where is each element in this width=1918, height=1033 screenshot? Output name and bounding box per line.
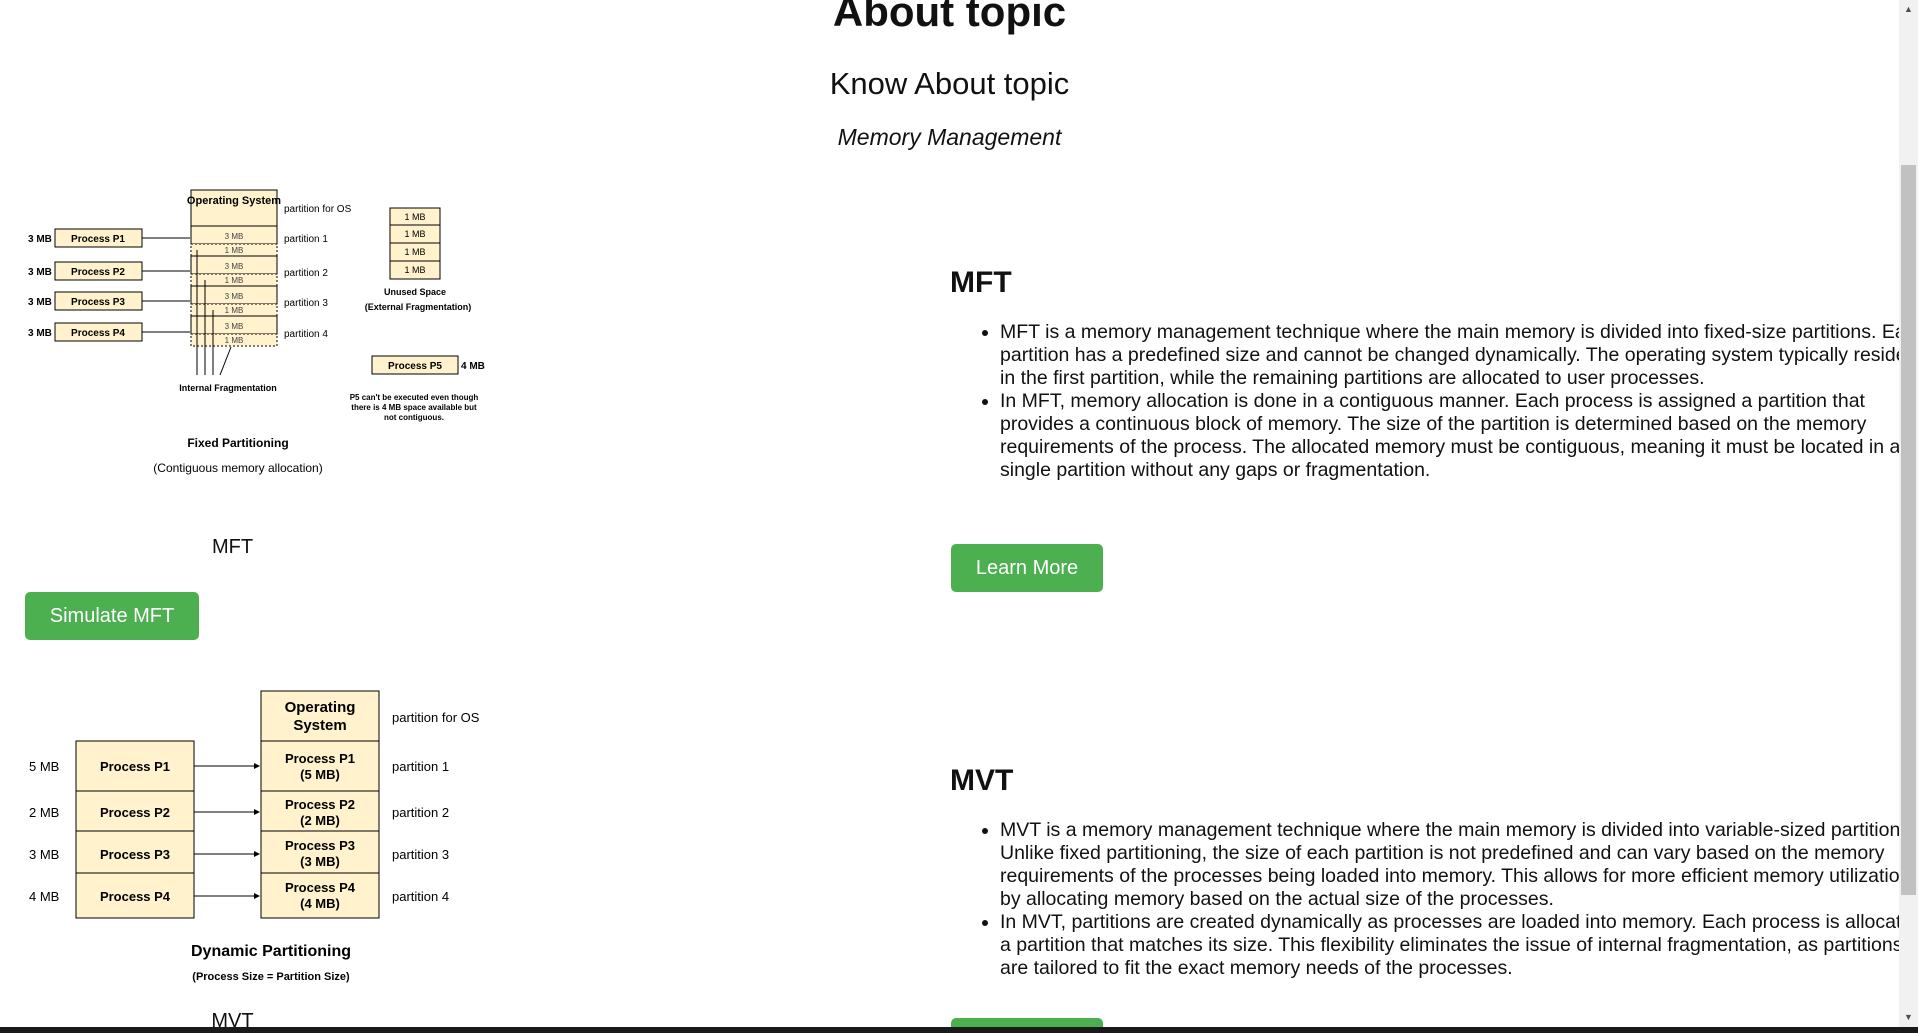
mvt-size-label: 2 MB: [29, 805, 59, 820]
mft-partition-label: partition 2: [284, 268, 328, 279]
simulate-mft-button[interactable]: Simulate MFT: [25, 592, 199, 640]
mvt-size-label: 5 MB: [29, 759, 59, 774]
p5-label: Process P5: [388, 361, 442, 372]
list-item: In MVT, partitions are created dynamical…: [1000, 911, 1899, 980]
mvt-partition-name: Process P2: [285, 797, 355, 812]
mvt-size-label: 4 MB: [29, 889, 59, 904]
mvt-partition-label: partition 4: [392, 889, 449, 904]
mft-process-label: Process P3: [71, 297, 125, 308]
mft-diagram-title: Fixed Partitioning: [187, 436, 288, 450]
unused-block-label: 1 MB: [404, 212, 425, 222]
mft-block-label: 1 MB: [225, 306, 244, 315]
mft-bullets: MFT is a memory management technique whe…: [950, 321, 1899, 482]
p5-note: not contiguous.: [384, 413, 444, 422]
mvt-partition-name: Process P1: [285, 751, 355, 766]
p5-note: there is 4 MB space available but: [351, 403, 477, 412]
mft-caption: MFT: [211, 536, 254, 558]
mvt-process-rows: 5 MB Process P1 2 MB Process P2 3 MB Pro…: [29, 740, 260, 919]
mft-block-label: 3 MB: [225, 262, 244, 271]
unused-block-label: 1 MB: [404, 247, 425, 257]
external-fragmentation-label: (External Fragmentation): [365, 302, 472, 312]
mvt-learn-more-button[interactable]: [951, 1018, 1103, 1027]
mft-size-label: 3 MB: [28, 297, 52, 308]
mft-process-label: Process P1: [71, 234, 125, 245]
mvt-partition-size: (4 MB): [300, 896, 340, 911]
mvt-process-label: Process P3: [100, 847, 170, 862]
mvt-diagram-subtitle: (Process Size = Partition Size): [192, 971, 350, 983]
mvt-partition-size: (2 MB): [300, 813, 340, 828]
mft-size-label: 3 MB: [28, 328, 52, 339]
unused-space-blocks: 1 MB 1 MB 1 MB 1 MB: [389, 207, 441, 280]
mft-size-label: 3 MB: [28, 267, 52, 278]
mft-partitions: 3 MB 1 MB 3 MB 1 MB 3 MB 1 MB 3 MB 1 MB: [190, 225, 278, 347]
list-item: MFT is a memory management technique whe…: [1000, 321, 1899, 390]
mft-block-label: 1 MB: [225, 276, 244, 285]
mft-block-label: 1 MB: [225, 336, 244, 345]
bottom-border: [0, 1027, 1918, 1033]
scroll-up-arrow-icon[interactable]: ▲: [1904, 4, 1913, 14]
mft-size-label: 3 MB: [28, 234, 52, 245]
page-title: About topic: [832, 0, 1067, 35]
mft-block-label: 3 MB: [225, 232, 244, 241]
mvt-heading: MVT: [950, 764, 1014, 797]
mvt-partition-size: (3 MB): [300, 854, 340, 869]
page-subtitle: Know About topic: [829, 66, 1070, 101]
mvt-bullets: MVT is a memory management technique whe…: [950, 819, 1899, 980]
mft-diagram: Operating System partition for OS 3 MB 1…: [28, 189, 485, 475]
mft-heading: MFT: [950, 266, 1012, 299]
learn-more-button[interactable]: Learn More: [951, 544, 1103, 592]
mvt-size-label: 3 MB: [29, 847, 59, 862]
mft-process-rows: 3 MB Process P1 3 MB Process P2 3 MB Pro…: [28, 228, 190, 342]
mft-diagram-subtitle: (Contiguous memory allocation): [153, 461, 322, 475]
mvt-process-label: Process P4: [100, 889, 171, 904]
mvt-os-side-label: partition for OS: [392, 710, 480, 725]
scroll-down-arrow-icon[interactable]: ▼: [1904, 1012, 1913, 1022]
mft-process-label: Process P2: [71, 267, 125, 278]
mft-partition-label: partition 1: [284, 234, 328, 245]
mvt-diagram-title: Dynamic Partitioning: [191, 943, 351, 960]
mft-partition-label: partition 3: [284, 298, 328, 309]
p5-size: 4 MB: [461, 361, 485, 372]
mvt-process-label: Process P1: [100, 759, 170, 774]
topic-name: Memory Management: [837, 124, 1062, 150]
list-item: MVT is a memory management technique whe…: [1000, 819, 1899, 911]
mft-block-label: 3 MB: [225, 292, 244, 301]
mvt-partition-label: partition 2: [392, 805, 449, 820]
mft-block-label: 3 MB: [225, 322, 244, 331]
unused-block-label: 1 MB: [404, 265, 425, 275]
mvt-partition-size: (5 MB): [300, 767, 340, 782]
p5-note: P5 can't be executed even though: [350, 393, 479, 402]
mft-partition-label: partition 4: [284, 329, 328, 340]
mvt-caption: MVT: [211, 1010, 254, 1027]
mvt-partition-name: Process P3: [285, 838, 355, 853]
mft-os-label: Operating System: [187, 195, 281, 207]
mvt-process-label: Process P2: [100, 805, 170, 820]
mvt-partition-label: partition 1: [392, 759, 449, 774]
mvt-os-label: Operating: [285, 699, 356, 716]
mft-process-label: Process P4: [71, 328, 125, 339]
vertical-scrollbar[interactable]: ▲ ▼: [1899, 0, 1918, 1027]
mft-os-side-label: partition for OS: [284, 204, 352, 215]
mft-block-label: 1 MB: [225, 246, 244, 255]
mvt-partition-label: partition 3: [392, 847, 449, 862]
mvt-partition-name: Process P4: [285, 880, 356, 895]
list-item: In MFT, memory allocation is done in a c…: [1000, 390, 1899, 482]
internal-fragmentation-label: Internal Fragmentation: [179, 383, 277, 393]
page: About topic Know About topic Memory Mana…: [0, 0, 1899, 1027]
unused-block-label: 1 MB: [404, 229, 425, 239]
mvt-diagram: Operating System partition for OS Proces…: [29, 690, 480, 983]
scrollbar-thumb[interactable]: [1901, 165, 1916, 895]
mvt-os-label: System: [293, 717, 346, 734]
unused-space-label: Unused Space: [384, 287, 446, 297]
mvt-partitions: Process P1 (5 MB) Process P2 (2 MB) Proc…: [260, 740, 380, 919]
